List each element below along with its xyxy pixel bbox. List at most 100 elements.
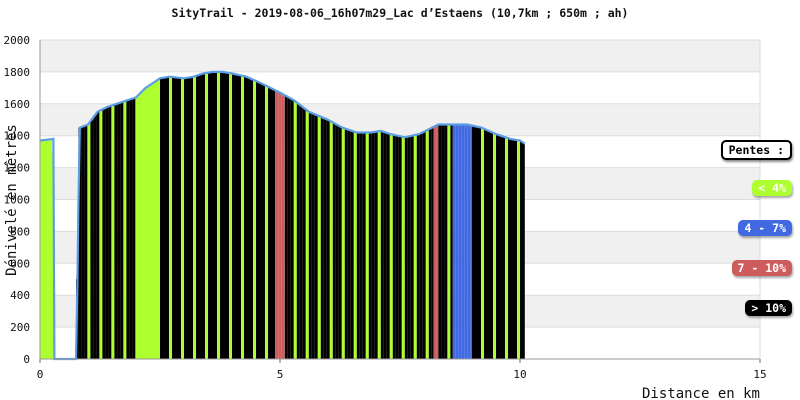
slope-bar: [484, 129, 487, 359]
slope-bar: [262, 84, 265, 360]
slope-bar: [368, 132, 372, 359]
slope-bar: [311, 113, 315, 360]
slope-bar: [163, 77, 166, 359]
slope-bar: [275, 90, 279, 359]
slope-bar: [455, 124, 459, 359]
slope-bar: [281, 94, 285, 359]
slope-bar: [114, 104, 118, 359]
slope-bar: [458, 124, 462, 359]
slope-bar: [96, 111, 100, 360]
slope-bar: [205, 72, 208, 359]
slope-bar: [271, 88, 274, 359]
slope-bar: [256, 81, 259, 360]
slope-bar: [305, 110, 309, 360]
slope-bar: [142, 89, 145, 360]
x-tick-label: 5: [277, 368, 284, 381]
slope-bar: [335, 124, 339, 360]
slope-bar: [132, 98, 136, 360]
slope-bar: [374, 131, 378, 359]
slope-bar: [478, 127, 481, 359]
slope-bar: [208, 72, 211, 360]
slope-bar: [172, 77, 175, 360]
chart-stage: SityTrail - 2019-08-06_16h07m29_Lac d’Es…: [0, 0, 800, 400]
slope-bar: [444, 124, 448, 359]
slope-bar: [175, 77, 178, 359]
slope-bar: [413, 134, 417, 359]
slope-bar: [490, 132, 493, 359]
slope-bar: [407, 136, 411, 359]
slope-bar: [229, 73, 232, 359]
slope-bar: [392, 134, 396, 359]
slope-bar: [278, 92, 282, 359]
slope-bar: [223, 72, 226, 360]
slope-bar: [416, 134, 420, 359]
slope-bar: [523, 143, 525, 359]
slope-bar: [43, 139, 46, 359]
slope-bar: [470, 125, 472, 359]
slope-bar: [436, 124, 439, 359]
slope-bar: [235, 74, 238, 359]
y-axis-label: Dénivelé en mètres: [4, 124, 20, 276]
slope-bar: [433, 126, 437, 359]
slope-bar: [102, 108, 106, 359]
slope-bar: [136, 95, 139, 360]
slope-bar: [431, 127, 434, 360]
slope-bar: [90, 119, 94, 359]
slope-bar: [129, 99, 133, 359]
slope-bar: [401, 136, 405, 359]
slope-bar: [505, 137, 508, 359]
slope-bar: [323, 118, 327, 360]
slope-bar: [338, 126, 342, 359]
slope-bar: [250, 78, 253, 359]
slope-bar: [350, 131, 354, 359]
grid-band: [40, 40, 760, 72]
slope-bar: [126, 100, 130, 359]
slope-bar: [377, 131, 381, 359]
slope-bar: [274, 90, 276, 359]
slope-bar: [425, 130, 429, 359]
slope-bar: [496, 134, 499, 359]
slope-bar: [514, 139, 517, 359]
slope-bar: [344, 129, 348, 359]
slope-bar: [508, 138, 511, 359]
slope-bar: [169, 76, 172, 359]
slope-bar: [87, 123, 91, 360]
slope-bar: [253, 80, 256, 360]
slope-bar: [181, 78, 184, 359]
slope-bar: [320, 117, 324, 360]
slope-bar: [398, 136, 402, 359]
slope-bar: [404, 136, 408, 359]
slope-bar: [438, 124, 442, 359]
slope-bar: [395, 135, 399, 359]
slope-bar: [154, 81, 157, 359]
slope-bar: [428, 128, 432, 359]
slope-bar: [467, 125, 471, 359]
slope-bar: [244, 76, 247, 359]
slope-bar: [329, 121, 333, 359]
slope-bar: [317, 116, 321, 360]
slope-bar: [93, 115, 97, 360]
y-tick-label: 2000: [4, 34, 31, 47]
slope-bar: [419, 133, 423, 359]
slope-bar: [341, 128, 345, 359]
slope-bar: [214, 71, 217, 360]
slope-bar: [123, 101, 127, 360]
slope-bar: [461, 124, 465, 359]
slope-bar: [347, 130, 351, 359]
x-tick-label: 15: [753, 368, 766, 381]
slope-bar: [314, 114, 318, 360]
slope-bar: [217, 71, 220, 360]
slope-bar: [135, 96, 136, 359]
y-tick-label: 0: [23, 353, 30, 366]
legend-item-lt4: < 4%: [752, 180, 792, 196]
legend-item-7-10: 7 - 10%: [731, 260, 792, 276]
slope-bar: [517, 140, 520, 359]
slope-bar: [196, 75, 199, 359]
slope-bar: [464, 124, 468, 359]
slope-bar: [362, 132, 366, 359]
slope-bar: [452, 124, 456, 359]
slope-bar: [475, 126, 478, 359]
slope-bar: [284, 95, 285, 359]
slope-bar: [380, 131, 384, 359]
slope-bar: [211, 71, 214, 360]
